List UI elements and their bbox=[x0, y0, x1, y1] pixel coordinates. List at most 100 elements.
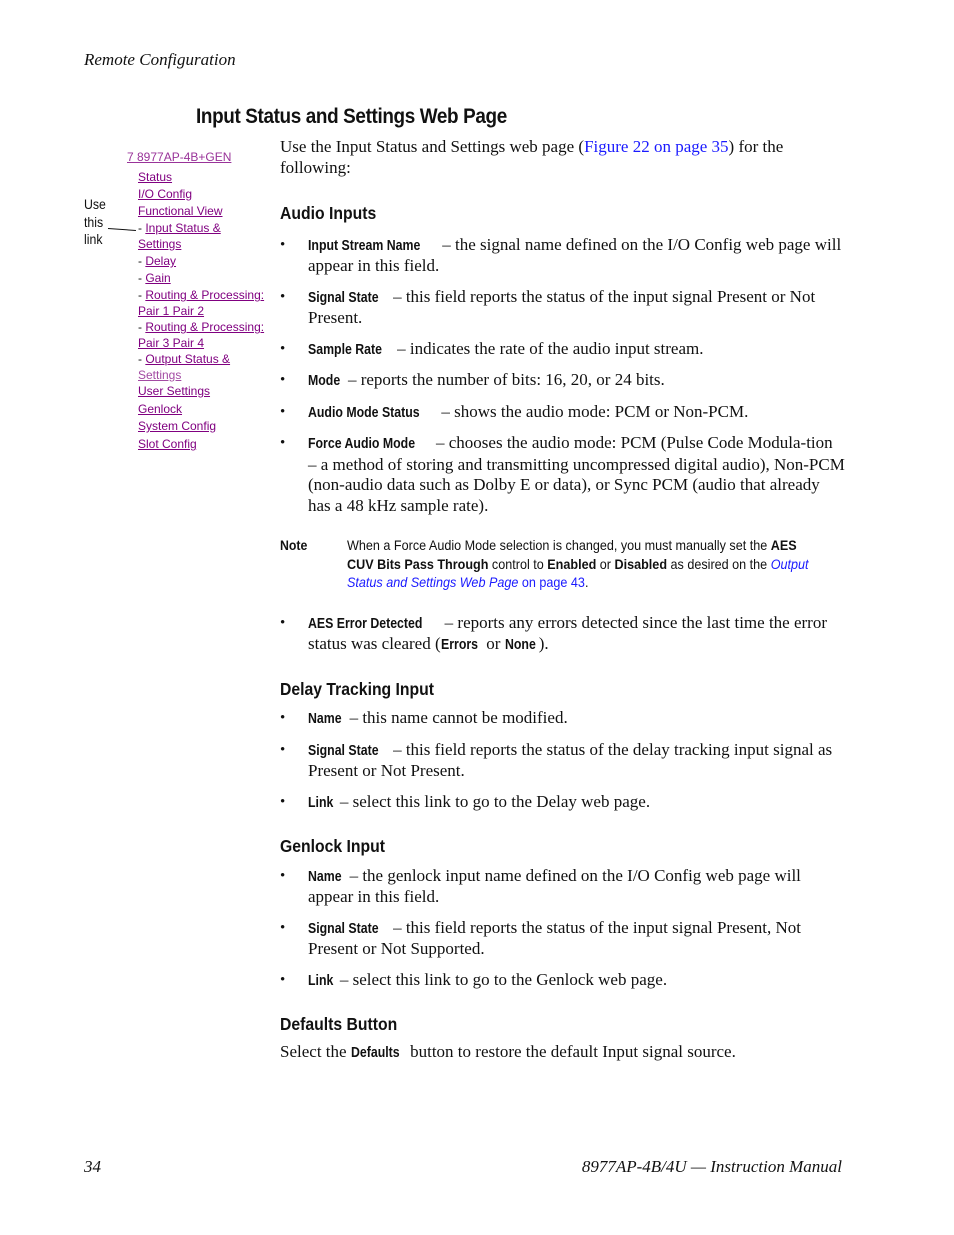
list-item: Link – select this link to go to the Gen… bbox=[280, 970, 845, 992]
note-label: Note bbox=[280, 537, 308, 553]
paragraph-text: Select the bbox=[280, 1041, 351, 1061]
nav-item-routing-pair34[interactable]: - Routing & Processing: Pair 3 Pair 4 bbox=[138, 320, 264, 351]
nav-link[interactable]: I/O Config bbox=[138, 187, 192, 201]
term: Name bbox=[308, 711, 342, 727]
list-item: Sample Rate – indicates the rate of the … bbox=[280, 339, 845, 361]
term: Name bbox=[308, 868, 342, 885]
nav-link[interactable]: Settings bbox=[138, 237, 181, 251]
description: – select this link to go to the Genlock … bbox=[335, 969, 668, 989]
nav-link[interactable]: Genlock bbox=[138, 402, 182, 416]
description: – select this link to go to the Delay we… bbox=[335, 791, 651, 811]
section-title: Input Status and Settings Web Page bbox=[196, 105, 507, 128]
figure-reference-link[interactable]: Figure 22 on page 35 bbox=[584, 137, 728, 156]
nav-link[interactable]: Slot Config bbox=[138, 437, 197, 451]
description: – reports the number of bits: 16, 20, or… bbox=[343, 370, 665, 389]
nav-link[interactable]: Input Status & bbox=[145, 221, 220, 235]
defaults-paragraph: Select the Defaults button to restore th… bbox=[280, 1042, 845, 1064]
list-item: AES Error Detected – reports any errors … bbox=[280, 613, 845, 656]
description: ). bbox=[538, 634, 549, 653]
nav-item-system-config[interactable]: System Config bbox=[138, 419, 216, 435]
description: – this field reports the status of the d… bbox=[308, 739, 833, 781]
nav-link[interactable]: Routing & Processing: bbox=[145, 320, 264, 334]
list-item: Name – this name cannot be modified. bbox=[280, 708, 845, 730]
term: Sample Rate bbox=[308, 341, 382, 358]
callout-word: link bbox=[84, 231, 103, 247]
nav-item-delay[interactable]: - Delay bbox=[138, 254, 176, 270]
nav-item-slot-config[interactable]: Slot Config bbox=[138, 437, 197, 453]
heading-audio-inputs: Audio Inputs bbox=[280, 203, 377, 223]
term: Link bbox=[308, 794, 334, 811]
nav-link[interactable]: Pair 1 Pair 2 bbox=[138, 304, 204, 318]
note-text: as desired on the bbox=[667, 555, 771, 572]
term: Signal State bbox=[308, 742, 379, 759]
callout-word: this bbox=[84, 213, 104, 230]
heading-delay-tracking-input: Delay Tracking Input bbox=[280, 678, 435, 699]
callout-word: Use bbox=[84, 196, 106, 212]
note-text: When a Force Audio Mode selection is cha… bbox=[347, 537, 771, 553]
intro-text: Use the Input Status and Settings web pa… bbox=[280, 137, 585, 156]
nav-link[interactable]: Output Status & bbox=[145, 352, 230, 366]
callout-pointer-line bbox=[107, 228, 136, 231]
heading-genlock-input: Genlock Input bbox=[280, 836, 386, 856]
list-item: Input Stream Name – the signal name defi… bbox=[280, 235, 845, 277]
description: – the genlock input name defined on the … bbox=[308, 865, 801, 907]
nav-item-functional-view[interactable]: Functional View bbox=[138, 204, 223, 220]
heading-defaults-button: Defaults Button bbox=[280, 1014, 398, 1034]
term: Input Stream Name bbox=[308, 237, 421, 254]
term: Signal State bbox=[308, 920, 379, 937]
term: Link bbox=[308, 972, 334, 989]
note-block: Note When a Force Audio Mode selection i… bbox=[280, 536, 845, 592]
list-item: Signal State – this field reports the st… bbox=[280, 918, 845, 960]
audio-inputs-list: Input Stream Name – the signal name defi… bbox=[280, 235, 845, 517]
nav-link[interactable]: Functional View bbox=[138, 204, 223, 218]
page-reference-link[interactable]: on page 43 bbox=[518, 574, 585, 590]
list-item: Name – the genlock input name defined on… bbox=[280, 866, 845, 908]
aes-error-list: AES Error Detected – reports any errors … bbox=[280, 613, 845, 656]
option-disabled: Disabled bbox=[614, 555, 668, 572]
nav-item-output-status-settings[interactable]: - Output Status & Settings bbox=[138, 352, 230, 383]
nav-link[interactable]: User Settings bbox=[138, 384, 210, 398]
term: Mode bbox=[308, 373, 341, 389]
value-errors: Errors bbox=[440, 637, 478, 653]
term: Force Audio Mode bbox=[308, 436, 416, 452]
note-body: When a Force Audio Mode selection is cha… bbox=[347, 536, 824, 592]
description: – this field reports the status of the i… bbox=[308, 286, 816, 328]
nav-link[interactable]: Pair 3 Pair 4 bbox=[138, 336, 204, 350]
description: – this field reports the status of the i… bbox=[308, 917, 802, 959]
list-item: Force Audio Mode – chooses the audio mod… bbox=[280, 433, 845, 516]
nav-link[interactable]: System Config bbox=[138, 419, 216, 433]
main-content: Use the Input Status and Settings web pa… bbox=[280, 137, 845, 1063]
list-item: Audio Mode Status – shows the audio mode… bbox=[280, 402, 845, 424]
nav-link[interactable]: Routing & Processing: bbox=[145, 288, 264, 302]
nav-item-genlock[interactable]: Genlock bbox=[138, 402, 182, 418]
nav-link[interactable]: Delay bbox=[145, 254, 176, 268]
nav-item-gain[interactable]: - Gain bbox=[138, 271, 171, 287]
list-item: Signal State – this field reports the st… bbox=[280, 287, 845, 329]
nav-root-link[interactable]: 7 8977AP-4B+GEN bbox=[127, 150, 231, 164]
delay-tracking-list: Name – this name cannot be modified. Sig… bbox=[280, 708, 845, 813]
defaults-button-name: Defaults bbox=[350, 1044, 400, 1061]
nav-link[interactable]: Settings bbox=[138, 368, 181, 382]
nav-item-routing-pair12[interactable]: - Routing & Processing: Pair 1 Pair 2 bbox=[138, 288, 264, 319]
nav-item-io-config[interactable]: I/O Config bbox=[138, 187, 192, 203]
running-head: Remote Configuration bbox=[84, 50, 236, 69]
genlock-input-list: Name – the genlock input name defined on… bbox=[280, 866, 845, 992]
nav-item-status[interactable]: Status bbox=[138, 170, 172, 186]
term: AES Error Detected bbox=[308, 615, 423, 632]
list-item: Link – select this link to go to the Del… bbox=[280, 792, 845, 814]
nav-link[interactable]: Status bbox=[138, 170, 172, 184]
list-item: Mode – reports the number of bits: 16, 2… bbox=[280, 370, 845, 392]
description: – shows the audio mode: PCM or Non-PCM. bbox=[437, 401, 749, 421]
nav-item-user-settings[interactable]: User Settings bbox=[138, 384, 210, 400]
paragraph-text: button to restore the default Input sign… bbox=[405, 1041, 736, 1061]
option-enabled: Enabled bbox=[547, 555, 597, 572]
term: Audio Mode Status bbox=[308, 404, 420, 421]
manual-title: 8977AP-4B/4U — Instruction Manual bbox=[581, 1157, 842, 1176]
nav-item-input-status-settings[interactable]: - Input Status & Settings bbox=[138, 221, 221, 252]
description: – this name cannot be modified. bbox=[345, 708, 568, 727]
note-text: control to bbox=[488, 555, 548, 572]
description: or bbox=[482, 634, 505, 653]
value-none: None bbox=[504, 637, 536, 653]
callout-label: Use this link bbox=[84, 196, 106, 249]
nav-link[interactable]: Gain bbox=[145, 271, 170, 285]
